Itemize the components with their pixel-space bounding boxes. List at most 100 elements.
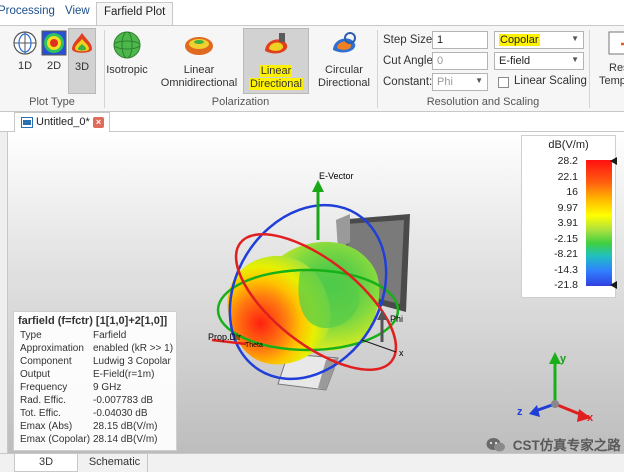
reset-line1: Res <box>609 62 624 74</box>
plot-3d-button[interactable]: 3D <box>68 28 96 94</box>
legend-tick: 22.1 <box>557 171 578 183</box>
info-value: 9 GHz <box>93 382 122 393</box>
watermark: CST仿真专家之路 <box>486 434 621 454</box>
constant-value: Phi <box>437 76 453 88</box>
x-axis-line <box>361 339 397 353</box>
document-tab-bar: Untitled_0* × <box>0 112 624 132</box>
linear-directional-button[interactable]: Linear Directional <box>243 28 309 94</box>
linear-scaling-checkbox[interactable] <box>498 77 509 88</box>
plot-2d-button[interactable]: 2D <box>39 30 69 73</box>
info-value: 28.14 dB(V/m) <box>93 434 158 445</box>
info-key: Output <box>20 369 51 380</box>
menu-tab-view[interactable]: View <box>65 5 90 17</box>
ribbon-separator <box>589 30 590 108</box>
x-axis-arrow <box>554 402 583 417</box>
document-tab-untitled[interactable]: Untitled_0* × <box>14 112 110 132</box>
legend-tick: 3.91 <box>557 217 578 229</box>
component-value: Copolar <box>499 34 540 46</box>
info-value: enabled (kR >> 1) <box>93 343 174 354</box>
isotropic-label: Isotropic <box>106 64 148 76</box>
menu-bar: Processing View Farfield Plot <box>0 0 624 26</box>
plot-1d-button[interactable]: 1D <box>10 30 40 73</box>
x-axis-label-triad: x <box>587 412 594 424</box>
info-title: farfield (f=fctr) [1[1,0]+2[1,0]] <box>18 315 168 327</box>
isotropic-button[interactable]: Isotropic <box>104 30 150 77</box>
plot-2d-label: 2D <box>46 60 62 72</box>
linear-dir-line1: Linear <box>259 65 293 77</box>
legend-color-bar <box>586 160 612 286</box>
legend-tick: 16 <box>566 186 578 198</box>
legend-tick: -8.21 <box>554 248 578 260</box>
ribbon: 1D 2D 3D Plot Type Isotropic Linear Omni… <box>0 25 624 112</box>
legend-tick: -21.8 <box>554 279 578 291</box>
pattern-3d-icon <box>72 33 92 53</box>
polar-1d-icon <box>13 31 37 55</box>
document-tab-label: Untitled_0* <box>36 116 90 128</box>
circular-directional-button[interactable]: Circular Directional <box>312 30 376 90</box>
plot-3d-label: 3D <box>74 61 90 73</box>
plot-1d-label: 1D <box>17 60 33 72</box>
info-key: Frequency <box>20 382 68 393</box>
info-key: Emax (Copolar) <box>20 434 91 445</box>
close-icon[interactable]: × <box>93 117 104 128</box>
step-size-input[interactable]: 1 <box>432 31 488 49</box>
legend-max-marker-icon <box>610 157 617 165</box>
reset-template-icon <box>608 31 624 55</box>
heatmap-2d-icon <box>41 30 67 56</box>
tab-schematic[interactable]: Schematic <box>82 454 148 472</box>
info-value: Farfield <box>93 330 127 341</box>
wechat-icon <box>486 438 505 452</box>
cut-angle-label: Cut Angle: <box>383 55 437 67</box>
info-key: Tot. Effic. <box>20 408 61 419</box>
legend-tick: 28.2 <box>557 155 578 167</box>
reset-template-button[interactable]: Res Temp <box>595 30 624 88</box>
dropdown-arrow-icon: ▼ <box>571 34 579 43</box>
omnidirectional-pattern-icon <box>185 37 213 55</box>
info-value: Ludwig 3 Copolar <box>93 356 171 367</box>
constant-select[interactable]: Phi ▼ <box>432 73 488 91</box>
linear-dir-line2: Directional <box>249 78 303 90</box>
legend-title: dB(V/m) <box>548 139 589 151</box>
info-value: E-Field(r=1m) <box>93 369 155 380</box>
isotropic-sphere-icon <box>113 31 141 59</box>
orientation-triad: y x z <box>517 352 594 424</box>
directional-pattern-icon <box>265 33 288 54</box>
left-panel-strip <box>0 132 8 453</box>
field-type-value: E-field <box>499 55 531 67</box>
info-key: Approximation <box>20 343 84 354</box>
info-value: 28.15 dB(V/m) <box>93 421 158 432</box>
watermark-text: CST仿真专家之路 <box>512 438 621 453</box>
menu-tab-farfield-plot[interactable]: Farfield Plot <box>96 2 174 26</box>
component-select[interactable]: Copolar ▼ <box>494 31 584 49</box>
theta-label: Theta <box>245 342 263 349</box>
plot-type-group-label: Plot Type <box>29 96 75 108</box>
menu-tab-processing[interactable]: Processing <box>0 5 55 17</box>
tab-3d[interactable]: 3D <box>14 454 78 472</box>
legend-min-marker-icon <box>610 281 617 289</box>
info-key: Type <box>20 330 42 341</box>
circular-dir-line1: Circular <box>325 64 363 76</box>
legend-tick: -14.3 <box>554 264 578 276</box>
cut-angle-input[interactable]: 0 <box>432 52 488 70</box>
circular-dir-line2: Directional <box>318 77 370 89</box>
resolution-group-label: Resolution and Scaling <box>426 96 540 108</box>
info-key: Emax (Abs) <box>20 421 73 432</box>
e-vector-label: E-Vector <box>319 171 354 181</box>
step-size-label: Step Size: <box>383 34 436 46</box>
linear-omnidirectional-button[interactable]: Linear Omnidirectional <box>156 30 242 90</box>
linear-scaling-label: Linear Scaling <box>514 75 587 87</box>
field-type-select[interactable]: E-field ▼ <box>494 52 584 70</box>
e-vector-arrowhead <box>312 180 324 192</box>
info-key: Component <box>20 356 72 367</box>
prop-dir-label: Prop.Dir <box>208 332 241 342</box>
y-axis-label: y <box>560 353 567 365</box>
z-axis-label: z <box>517 406 523 418</box>
info-value: -0.04030 dB <box>93 408 148 419</box>
linear-omni-line1: Linear <box>183 64 215 76</box>
info-value: -0.007783 dB <box>93 395 154 406</box>
legend-tick: -2.15 <box>554 233 578 245</box>
bottom-tab-bar: 3D Schematic <box>0 453 624 472</box>
linear-omni-line2: Omnidirectional <box>160 77 238 89</box>
legend-tick: 9.97 <box>557 202 578 214</box>
circular-pattern-icon <box>333 32 356 53</box>
